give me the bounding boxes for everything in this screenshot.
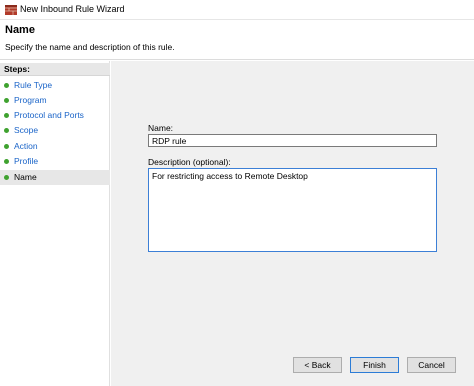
window-title: New Inbound Rule Wizard (20, 4, 125, 14)
step-label: Program (14, 95, 47, 105)
step-scope[interactable]: Scope (0, 123, 110, 138)
back-button[interactable]: < Back (293, 357, 342, 373)
title-bar: New Inbound Rule Wizard (0, 0, 474, 20)
completed-status-icon (4, 144, 9, 149)
completed-status-icon (4, 98, 9, 103)
steps-sidebar: Steps: Rule Type Program Protocol and Po… (0, 61, 110, 386)
step-label: Profile (14, 156, 39, 166)
step-protocol-and-ports[interactable]: Protocol and Ports (0, 108, 110, 123)
completed-status-icon (4, 128, 9, 133)
step-name[interactable]: Name (0, 170, 110, 185)
cancel-button[interactable]: Cancel (407, 357, 456, 373)
step-rule-type[interactable]: Rule Type (0, 78, 110, 93)
wizard-header: Name Specify the name and description of… (0, 20, 474, 60)
completed-status-icon (4, 83, 9, 88)
step-action[interactable]: Action (0, 139, 110, 154)
step-profile[interactable]: Profile (0, 154, 110, 169)
description-textarea[interactable]: For restricting access to Remote Desktop (148, 168, 437, 252)
current-status-icon (4, 175, 9, 180)
step-label: Action (14, 141, 38, 151)
step-program[interactable]: Program (0, 93, 110, 108)
completed-status-icon (4, 113, 9, 118)
description-label: Description (optional): (148, 157, 231, 167)
step-label: Rule Type (14, 80, 53, 90)
firewall-app-icon (5, 5, 17, 15)
page-subtitle: Specify the name and description of this… (5, 42, 175, 52)
step-label: Name (14, 172, 37, 182)
step-label: Protocol and Ports (14, 110, 84, 120)
finish-button[interactable]: Finish (350, 357, 399, 373)
name-label: Name: (148, 123, 174, 133)
name-input[interactable] (148, 134, 437, 147)
main-panel: Name: Description (optional): For restri… (111, 61, 474, 386)
step-label: Scope (14, 125, 39, 135)
steps-title: Steps: (0, 63, 110, 76)
completed-status-icon (4, 159, 9, 164)
page-title: Name (5, 24, 35, 36)
